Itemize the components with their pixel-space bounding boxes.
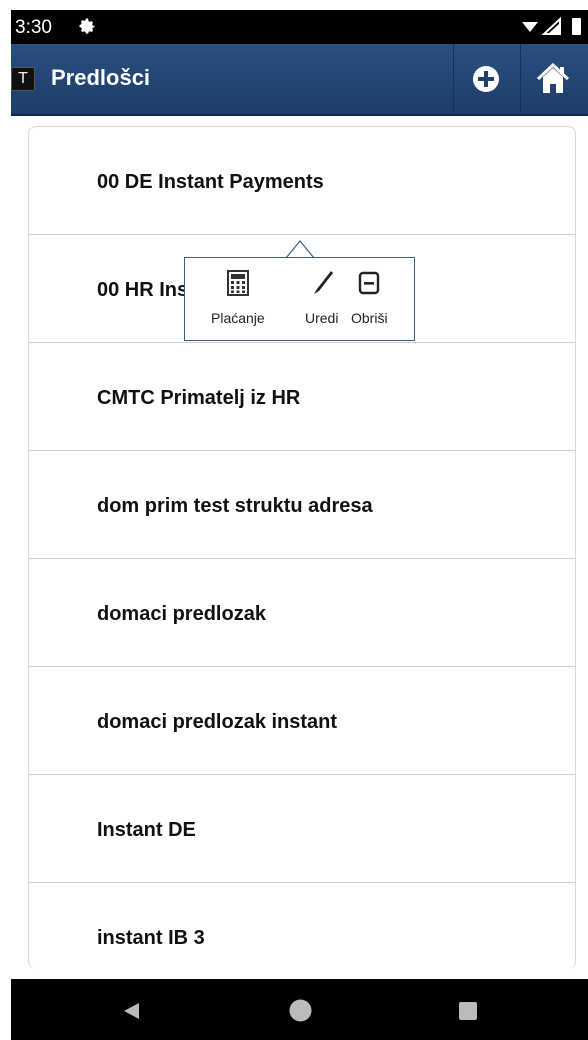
- system-nav-bar: [11, 979, 588, 1040]
- calculator-icon: [226, 270, 249, 296]
- pen-icon: [313, 271, 333, 294]
- gear-icon: [79, 18, 95, 34]
- home-button[interactable]: [520, 44, 585, 114]
- list-item[interactable]: instant IB 3: [29, 883, 575, 969]
- list-item-label: domaci predlozak: [97, 603, 266, 625]
- delete-button[interactable]: Obriši: [351, 268, 388, 326]
- list-item-label: dom prim test struktu adresa: [97, 495, 373, 517]
- recents-square-icon[interactable]: [458, 1001, 478, 1021]
- payment-label: Plaćanje: [211, 310, 265, 326]
- battery-icon: [572, 18, 581, 35]
- list-item[interactable]: Instant DE: [29, 775, 575, 883]
- list-item-label: Instant DE: [97, 819, 196, 841]
- plus-circle-icon: [473, 66, 499, 92]
- back-triangle-icon[interactable]: [121, 1001, 141, 1021]
- page-title: Predlošci: [51, 65, 151, 90]
- list-item[interactable]: CMTC Primatelj iz HR: [29, 343, 575, 451]
- wifi-icon: [522, 22, 538, 32]
- add-template-button[interactable]: [453, 44, 518, 114]
- minus-box-icon: [359, 271, 380, 295]
- list-item-label: domaci predlozak instant: [97, 711, 338, 733]
- edit-label: Uredi: [305, 310, 339, 326]
- status-icons: [522, 16, 581, 35]
- status-bar: 3:30: [11, 10, 588, 44]
- list-item[interactable]: 00 DE Instant Payments: [29, 127, 575, 235]
- popup-arrow: [286, 240, 314, 258]
- edit-button[interactable]: Uredi: [305, 268, 338, 326]
- list-item-label: 00 DE Instant Payments: [97, 171, 324, 193]
- template-actions-popup: Plaćanje Uredi Obriši: [184, 257, 415, 341]
- status-time: 3:30: [15, 17, 52, 38]
- list-item-label: CMTC Primatelj iz HR: [97, 387, 301, 409]
- list-item[interactable]: domaci predlozak instant: [29, 667, 575, 775]
- list-item[interactable]: dom prim test struktu adresa: [29, 451, 575, 559]
- delete-label: Obriši: [351, 310, 388, 326]
- list-item-label: instant IB 3: [97, 927, 205, 949]
- payment-button[interactable]: Plaćanje: [211, 268, 265, 326]
- list-item[interactable]: domaci predlozak: [29, 559, 575, 667]
- app-logo: T: [11, 67, 35, 91]
- home-icon: [536, 63, 570, 93]
- app-bar: T Predlošci: [11, 44, 588, 116]
- home-circle-icon[interactable]: [288, 998, 313, 1023]
